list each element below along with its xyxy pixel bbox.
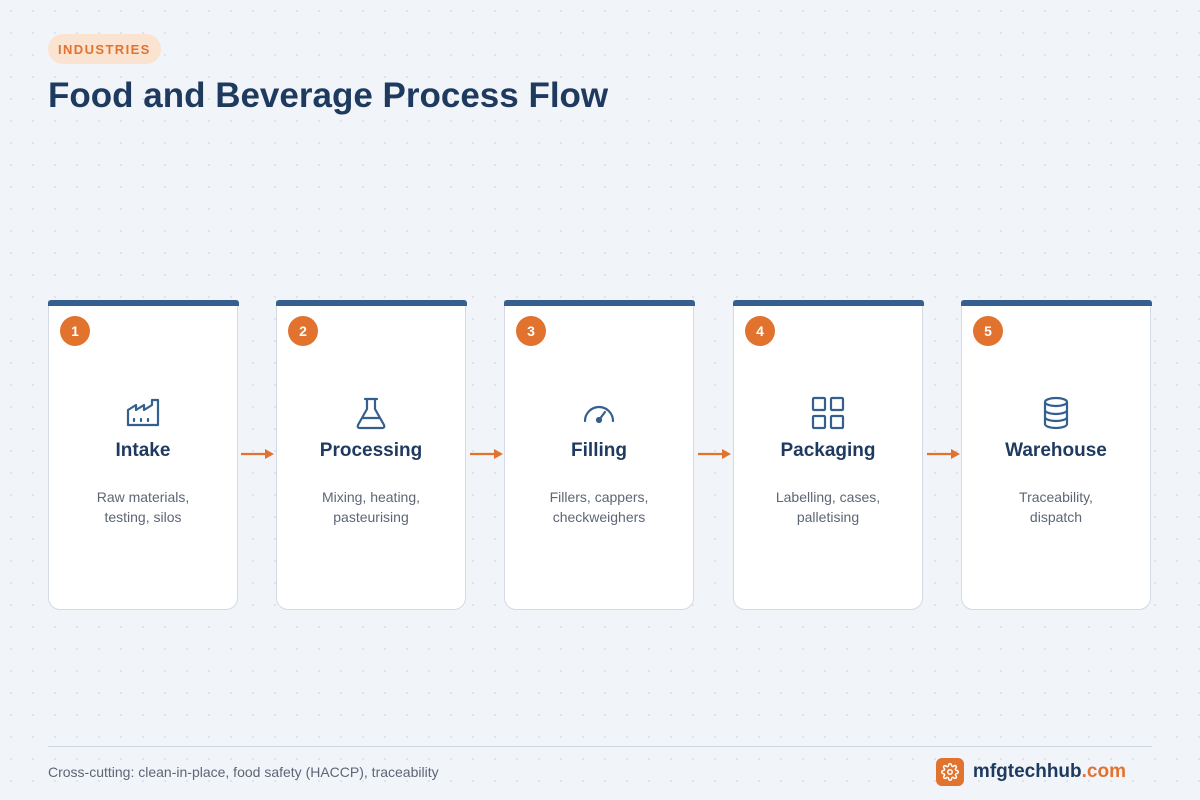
grid-icon <box>810 395 846 431</box>
step-title: Packaging <box>780 440 876 461</box>
step-number-badge: 2 <box>288 316 318 346</box>
step-description-line: testing, silos <box>104 509 182 525</box>
step-description-line: Mixing, heating, <box>321 489 421 505</box>
step-description: Labelling, cases, palletising <box>744 487 912 527</box>
step-number-badge: 3 <box>516 316 546 346</box>
step-top-bar <box>503 300 695 306</box>
step-description: Raw materials, testing, silos <box>59 487 227 527</box>
step-title: Warehouse <box>1005 440 1107 461</box>
step-number-badge: 1 <box>60 316 90 346</box>
step-card-warehouse: 5 Warehouse Traceability, dispatch <box>960 300 1152 610</box>
step-top-bar <box>275 300 467 306</box>
brand-logo-link[interactable]: mfgtechhub.com <box>935 758 1126 786</box>
step-description-line: palletising <box>796 509 860 525</box>
step-description-line: Traceability, <box>1019 489 1093 505</box>
brand-name: mfgtechhub.com <box>973 761 1126 783</box>
step-description: Traceability, dispatch <box>972 487 1140 527</box>
step-description: Fillers, cappers, checkweighers <box>515 487 683 527</box>
step-description: Mixing, heating, pasteurising <box>287 487 455 527</box>
brand-name-tld: .com <box>1081 761 1126 782</box>
brand-name-main: mfgtechhub <box>972 761 1082 782</box>
step-description-line: checkweighers <box>552 509 646 525</box>
flow-arrow-icon <box>695 446 733 462</box>
footer-note: Cross-cutting: clean-in-place, food safe… <box>48 764 439 780</box>
section-tag: INDUSTRIES <box>48 34 161 64</box>
flow-arrow-icon <box>467 446 505 462</box>
gauge-icon <box>581 395 617 431</box>
step-description-line: Fillers, cappers, <box>549 489 649 505</box>
database-icon <box>1038 395 1074 431</box>
footer-divider <box>48 746 1152 747</box>
factory-icon <box>125 395 161 431</box>
step-card-filling: 3 Filling Fillers, cappers, checkweigher… <box>503 300 695 610</box>
flask-icon <box>353 395 389 431</box>
flow-arrow-icon <box>238 446 276 462</box>
step-description-line: pasteurising <box>333 509 409 525</box>
step-title: Processing <box>319 440 423 461</box>
step-top-bar <box>960 300 1152 306</box>
step-top-bar <box>47 300 239 306</box>
step-card-intake: 1 Intake Raw materials, testing, silos <box>47 300 239 610</box>
flow-arrow-icon <box>924 446 962 462</box>
step-description-line: Labelling, cases, <box>775 489 881 505</box>
step-number-badge: 5 <box>973 316 1003 346</box>
step-description-line: Raw materials, <box>96 489 190 505</box>
step-description-line: dispatch <box>1029 509 1083 525</box>
step-card-processing: 2 Processing Mixing, heating, pasteurisi… <box>275 300 467 610</box>
step-top-bar <box>732 300 924 306</box>
step-title: Filling <box>571 440 627 461</box>
step-title: Intake <box>115 440 171 461</box>
step-card-packaging: 4 Packaging Labelling, cases, palletisin… <box>732 300 924 610</box>
step-number-badge: 4 <box>745 316 775 346</box>
gear-icon <box>935 758 964 786</box>
page-title: Food and Beverage Process Flow <box>48 76 609 115</box>
